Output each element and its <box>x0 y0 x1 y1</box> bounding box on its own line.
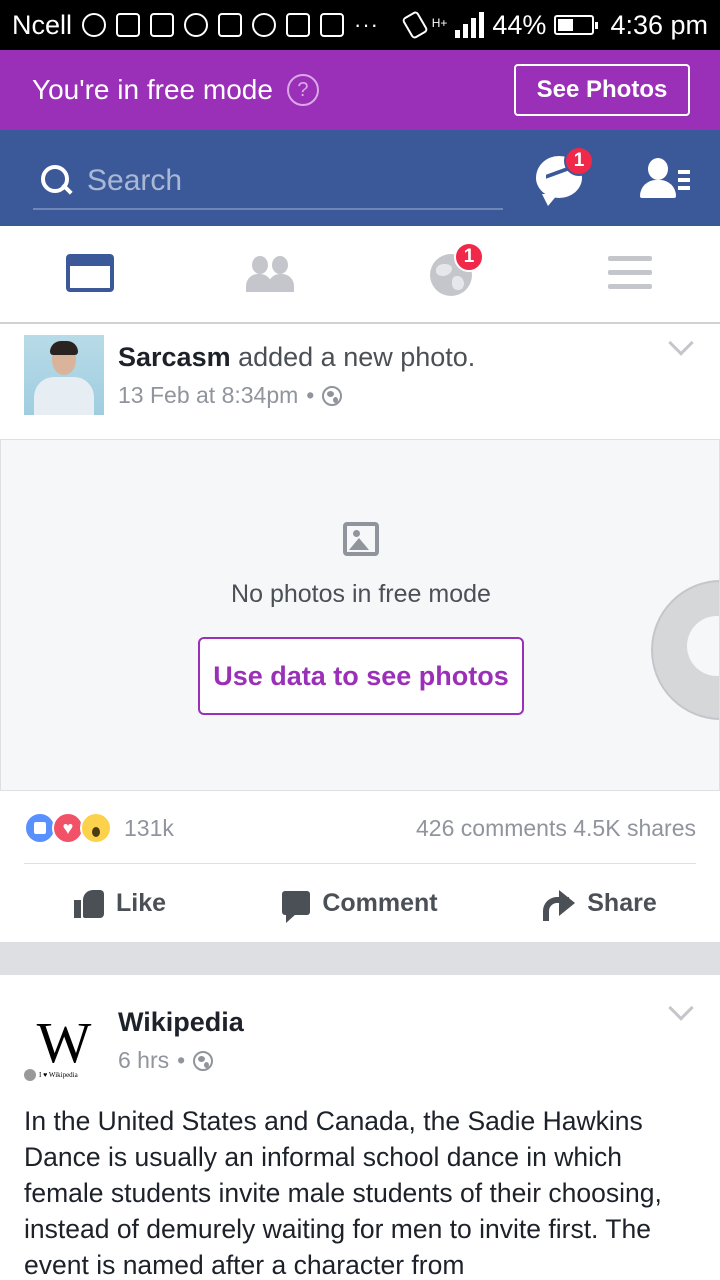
public-globe-icon <box>322 385 343 406</box>
thumbs-up-icon <box>73 888 104 918</box>
notifications-badge: 1 <box>454 242 484 272</box>
post-meta: 13 Feb at 8:34pm • <box>118 382 343 409</box>
friend-requests-icon[interactable] <box>640 158 690 202</box>
status-bar: Ncell ··· H+ 44% 4:36 pm <box>0 0 720 50</box>
like-label: Like <box>115 888 167 917</box>
comment-label: Comment <box>322 888 438 917</box>
comments-shares-count[interactable]: 426 comments 4.5K shares <box>416 815 696 842</box>
signal-icon <box>455 12 485 38</box>
free-mode-banner: You're in free mode ? See Photos <box>0 50 720 130</box>
feed-post: W I ♥ Wikipedia Wikipedia 6 hrs • In the… <box>0 975 720 1280</box>
tab-notifications[interactable]: 1 <box>360 226 540 322</box>
post-body-text: In the United States and Canada, the Sad… <box>24 1106 662 1280</box>
meta-separator: • <box>177 1047 186 1073</box>
help-icon[interactable]: ? <box>286 74 319 106</box>
feed-post: Sarcasm added a new photo. 13 Feb at 8:3… <box>0 324 720 942</box>
status-right: H+ 44% 4:36 pm <box>400 9 708 41</box>
carrier-name: Ncell <box>12 9 73 40</box>
post-timestamp[interactable]: 13 Feb at 8:34pm <box>118 382 298 409</box>
post-timestamp[interactable]: 6 hrs <box>118 1047 169 1074</box>
menu-icon <box>608 256 652 290</box>
image-notification-icon <box>150 13 175 37</box>
warning-notification-icon <box>116 13 141 37</box>
reactions-count: 131k <box>124 814 174 841</box>
share-button[interactable]: Share <box>480 864 720 942</box>
wow-reaction-icon <box>80 812 112 844</box>
more-notifications-icon: ··· <box>354 12 379 37</box>
search-input[interactable] <box>87 164 487 198</box>
reactions-summary[interactable]: 131k 426 comments 4.5K shares <box>24 808 696 848</box>
like-button[interactable]: Like <box>0 864 240 942</box>
post-actions: Like Comment Share <box>0 864 720 942</box>
notification-icons: ··· <box>82 12 406 38</box>
no-photos-text: No photos in free mode <box>231 580 491 608</box>
skype-notification-icon <box>252 13 277 37</box>
tab-news-feed[interactable] <box>0 226 180 322</box>
chevron-down-icon[interactable] <box>668 330 694 356</box>
chevron-down-icon[interactable] <box>668 995 694 1021</box>
comment-icon <box>282 891 311 923</box>
avatar[interactable] <box>24 335 104 415</box>
chat-notification-icon <box>82 13 107 37</box>
meta-separator: • <box>306 382 315 408</box>
see-photos-button[interactable]: See Photos <box>514 64 690 116</box>
comment-button[interactable]: Comment <box>240 864 480 942</box>
image-icon <box>343 522 379 556</box>
tab-friends[interactable] <box>180 226 360 322</box>
top-header: 1 <box>0 130 720 226</box>
post-meta: 6 hrs • <box>118 1047 214 1074</box>
search-bar[interactable] <box>33 154 503 210</box>
vibrate-icon <box>400 10 429 40</box>
battery-icon <box>554 15 599 35</box>
post-header: Sarcasm added a new photo. <box>118 342 475 373</box>
clock: 4:36 pm <box>610 9 708 40</box>
network-type: H+ <box>431 15 448 30</box>
sim-notification-icon <box>320 13 345 37</box>
logo-tag-text: I ♥ Wikipedia <box>39 1071 78 1079</box>
wikipedia-globe-icon <box>24 1069 36 1081</box>
feed-separator <box>0 942 720 975</box>
navigation-tabs: 1 <box>0 226 720 324</box>
search-icon[interactable] <box>39 163 75 199</box>
messenger-badge: 1 <box>564 146 594 176</box>
viber-notification-icon <box>184 13 209 37</box>
mail-notification-icon <box>218 13 243 37</box>
wikipedia-logo-tag: I ♥ Wikipedia <box>24 1069 104 1081</box>
free-mode-text: You're in free mode <box>32 74 273 105</box>
friends-icon <box>246 256 296 292</box>
battery-percent: 44% <box>492 9 547 40</box>
post-author[interactable]: Wikipedia <box>118 1007 244 1037</box>
wikipedia-logo-letter: W <box>36 1010 92 1075</box>
lock-notification-icon <box>286 13 311 37</box>
photo-placeholder: No photos in free mode Use data to see p… <box>0 439 720 791</box>
use-data-button[interactable]: Use data to see photos <box>198 637 524 715</box>
post-action-text: added a new photo. <box>230 342 476 372</box>
news-feed-icon <box>66 254 114 292</box>
post-header: Wikipedia <box>118 1007 244 1038</box>
avatar[interactable]: W I ♥ Wikipedia <box>24 1010 104 1093</box>
post-author[interactable]: Sarcasm <box>118 342 231 372</box>
share-label: Share <box>587 888 657 917</box>
share-arrow-icon <box>543 890 576 921</box>
public-globe-icon <box>193 1050 214 1071</box>
tab-menu[interactable] <box>540 226 720 322</box>
